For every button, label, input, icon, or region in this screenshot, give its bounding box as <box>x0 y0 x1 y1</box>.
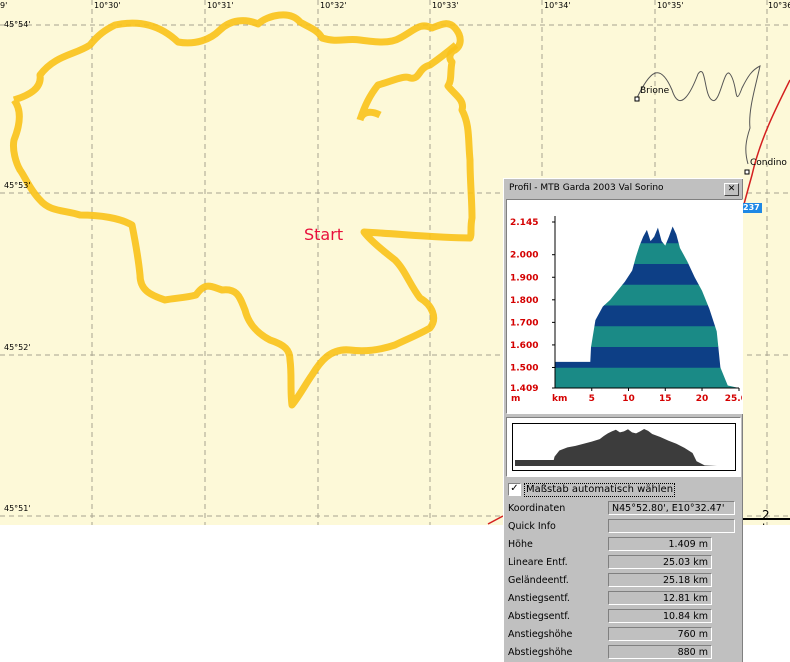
gelaendeentf-value: 25.18 km <box>608 573 712 587</box>
profile-title: Profil - MTB Garda 2003 Val Sorino <box>509 183 664 193</box>
lat-label-1: 45°53' <box>4 181 31 190</box>
abstiegsentf-value: 10.84 km <box>608 609 712 623</box>
lon-label-1: 10°30' <box>94 1 121 10</box>
lon-label-5: 10°34' <box>544 1 571 10</box>
y-tick-label: 1.800 <box>510 296 538 306</box>
abstiegshoehe-label: Abstiegshöhe <box>508 647 573 658</box>
place-brione[interactable]: Brione <box>640 86 669 96</box>
y-tick-label: 1.700 <box>510 318 538 328</box>
elevation-band <box>555 325 739 347</box>
hoehe-value: 1.409 m <box>608 537 712 551</box>
koordinaten-value: N45°52.80', E10°32.47' <box>608 501 735 515</box>
elevation-band <box>555 367 739 389</box>
lon-label-0: 9' <box>0 1 8 10</box>
lat-label-2: 45°52' <box>4 343 31 352</box>
scale-label: 2 km <box>762 508 781 525</box>
x-tick-label: 15 <box>659 394 672 404</box>
start-label: Start <box>304 225 344 244</box>
row-quick-info: Quick Info <box>508 519 740 536</box>
road-line-south <box>487 515 504 525</box>
profile-window[interactable]: Profil - MTB Garda 2003 Val Sorino ✕ 2.1… <box>503 178 743 662</box>
lon-label-6: 10°35' <box>657 1 684 10</box>
lineare-entf-value: 25.03 km <box>608 555 712 569</box>
abstiegsentf-label: Abstiegsentf. <box>508 611 570 622</box>
profile-title-bar[interactable]: Profil - MTB Garda 2003 Val Sorino ✕ <box>506 181 741 196</box>
koordinaten-label: Koordinaten <box>508 503 566 514</box>
lon-label-4: 10°33' <box>432 1 459 10</box>
elevation-band <box>555 284 739 306</box>
anstiegsentf-label: Anstiegsentf. <box>508 593 570 604</box>
lon-label-3: 10°32' <box>320 1 347 10</box>
row-gelaendeentf: Geländeentf. 25.18 km <box>508 573 740 590</box>
anstiegshoehe-value: 760 m <box>608 627 712 641</box>
lon-label-7: 10°36 <box>768 1 790 10</box>
abstiegshoehe-value: 880 m <box>608 645 712 659</box>
lat-label-3: 45°51' <box>4 504 31 513</box>
auto-scale-label[interactable]: Maßstab automatisch wählen <box>524 483 676 497</box>
elevation-chart[interactable]: 2.145 2.000 1.900 1.800 1.700 1.600 1.500 1.409… <box>506 199 743 414</box>
x-tick-label: 5 <box>589 394 595 404</box>
row-anstiegshoehe: Anstiegshöhe 760 m <box>508 627 740 644</box>
elevation-band <box>555 263 739 285</box>
row-anstiegsentf: Anstiegsentf. 12.81 km <box>508 591 740 608</box>
overview-area <box>515 429 717 466</box>
row-koordinaten: Koordinaten N45°52.80', E10°32.47' <box>508 501 740 518</box>
elevation-chart-svg[interactable]: 2.145 2.000 1.900 1.800 1.700 1.600 1.500 1.409… <box>507 200 742 413</box>
x-tick-label: 25.03 <box>725 394 742 404</box>
y-tick-label: 2.000 <box>510 251 538 261</box>
row-lineare-entf: Lineare Entf. 25.03 km <box>508 555 740 572</box>
anstiegsentf-value: 12.81 km <box>608 591 712 605</box>
road-number-badge: 237 <box>741 203 762 213</box>
brione-marker <box>634 96 640 102</box>
elevation-band <box>555 305 739 327</box>
elevation-band <box>555 242 739 264</box>
lat-label-0: 45°54' <box>4 20 31 29</box>
y-tick-label: 2.145 <box>510 218 538 228</box>
row-abstiegshoehe: Abstiegshöhe 880 m <box>508 645 740 662</box>
hoehe-label: Höhe <box>508 539 533 550</box>
y-tick-label: 1.900 <box>510 273 538 283</box>
y-tick-label: 1.600 <box>510 341 538 351</box>
anstiegshoehe-label: Anstiegshöhe <box>508 629 573 640</box>
close-button[interactable]: ✕ <box>724 183 739 196</box>
x-unit-label: km <box>552 394 567 404</box>
y-unit-label: m <box>511 394 520 404</box>
auto-scale-checkbox[interactable]: ✓ <box>508 483 521 496</box>
row-hoehe: Höhe 1.409 m <box>508 537 740 554</box>
quick-info-value <box>608 519 735 533</box>
condino-marker <box>744 169 750 175</box>
x-tick-label: 10 <box>622 394 635 404</box>
lineare-entf-label: Lineare Entf. <box>508 557 568 568</box>
elevation-area <box>555 226 739 389</box>
gelaendeentf-label: Geländeentf. <box>508 575 569 586</box>
overview-chart-svg <box>515 429 717 466</box>
y-tick-label: 1.409 <box>510 384 538 394</box>
row-abstiegsentf: Abstiegsentf. 10.84 km <box>508 609 740 626</box>
overview-panel[interactable] <box>506 417 741 477</box>
contour-line <box>635 65 761 165</box>
overview-chart[interactable] <box>512 423 736 471</box>
elevation-band <box>555 226 739 244</box>
quick-info-label: Quick Info <box>508 521 556 532</box>
lon-label-2: 10°31' <box>207 1 234 10</box>
elevation-band <box>555 346 739 368</box>
x-tick-label: 20 <box>696 394 709 404</box>
gps-track <box>10 11 476 409</box>
track-note <box>356 42 459 122</box>
y-tick-label: 1.500 <box>510 363 538 373</box>
place-condino[interactable]: Condino <box>750 158 787 168</box>
